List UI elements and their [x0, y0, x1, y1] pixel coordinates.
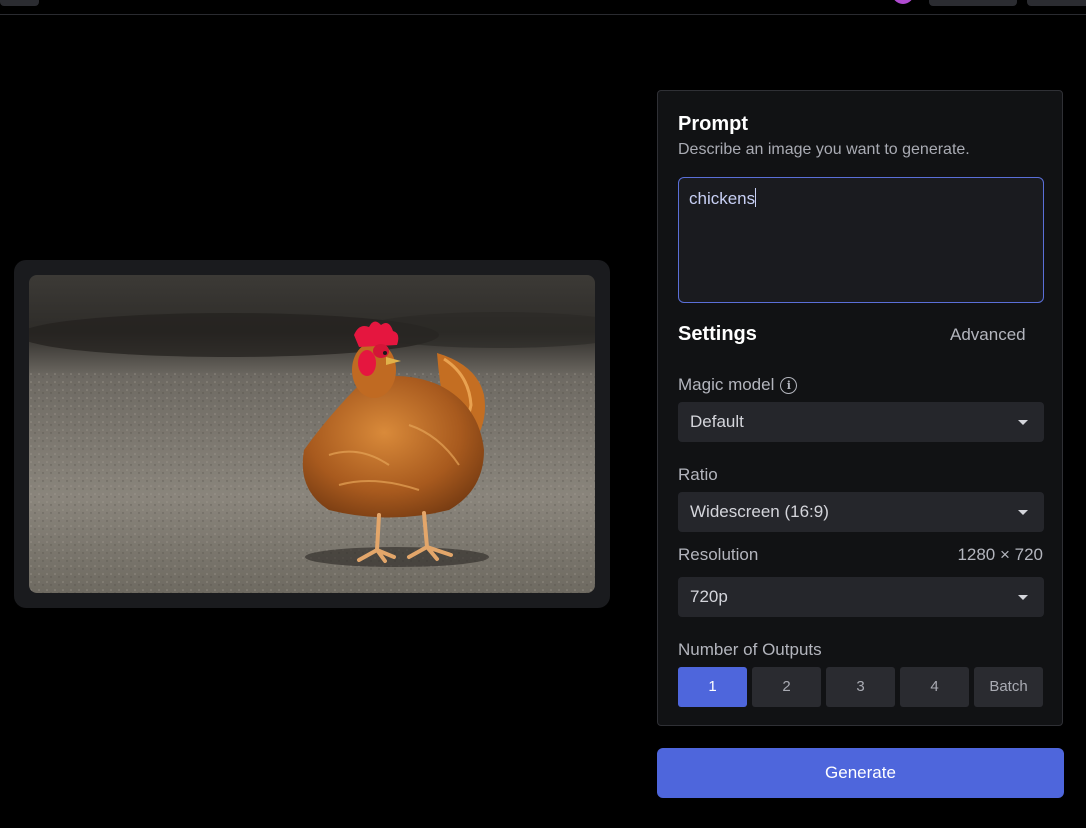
text-caret: [755, 188, 757, 207]
output-option-1[interactable]: 1: [678, 667, 747, 707]
settings-panel: Prompt Describe an image you want to gen…: [657, 90, 1063, 726]
top-left-button[interactable]: [0, 0, 39, 6]
output-option-3[interactable]: 3: [826, 667, 895, 707]
prompt-title: Prompt: [678, 113, 748, 135]
magic-model-select[interactable]: Default: [678, 402, 1044, 442]
chevron-down-icon: [1018, 420, 1028, 425]
generate-button[interactable]: Generate: [657, 748, 1064, 798]
resolution-dimensions: 1280 × 720: [957, 545, 1043, 564]
settings-title: Settings: [678, 323, 757, 345]
advanced-link[interactable]: Advanced: [950, 325, 1026, 345]
chevron-down-icon: [1018, 510, 1028, 515]
top-action-button[interactable]: [929, 0, 1017, 6]
outputs-label: Number of Outputs: [678, 640, 822, 659]
prompt-description: Describe an image you want to generate.: [678, 141, 970, 158]
ratio-value: Widescreen (16:9): [690, 502, 829, 521]
prompt-text: chickens: [689, 189, 756, 208]
preview-card: [14, 260, 610, 608]
generated-image[interactable]: [29, 275, 595, 593]
resolution-label: Resolution: [678, 545, 759, 564]
prompt-textarea[interactable]: chickens: [678, 177, 1044, 303]
output-option-batch[interactable]: Batch: [974, 667, 1043, 707]
avatar[interactable]: [892, 0, 914, 4]
ratio-select[interactable]: Widescreen (16:9): [678, 492, 1044, 532]
top-secondary-button[interactable]: [1027, 0, 1086, 6]
chevron-down-icon: [1018, 595, 1028, 600]
output-option-2[interactable]: 2: [752, 667, 821, 707]
output-option-4[interactable]: 4: [900, 667, 969, 707]
chicken-image: [29, 275, 595, 593]
app-page: Prompt Describe an image you want to gen…: [0, 0, 1086, 828]
resolution-value: 720p: [690, 587, 728, 606]
resolution-select[interactable]: 720p: [678, 577, 1044, 617]
top-bar: [0, 0, 1086, 15]
magic-model-label: Magic model i: [678, 375, 798, 395]
ratio-label: Ratio: [678, 465, 718, 484]
info-icon[interactable]: i: [780, 377, 798, 394]
magic-model-label-text: Magic model: [678, 375, 775, 394]
magic-model-value: Default: [690, 412, 744, 431]
